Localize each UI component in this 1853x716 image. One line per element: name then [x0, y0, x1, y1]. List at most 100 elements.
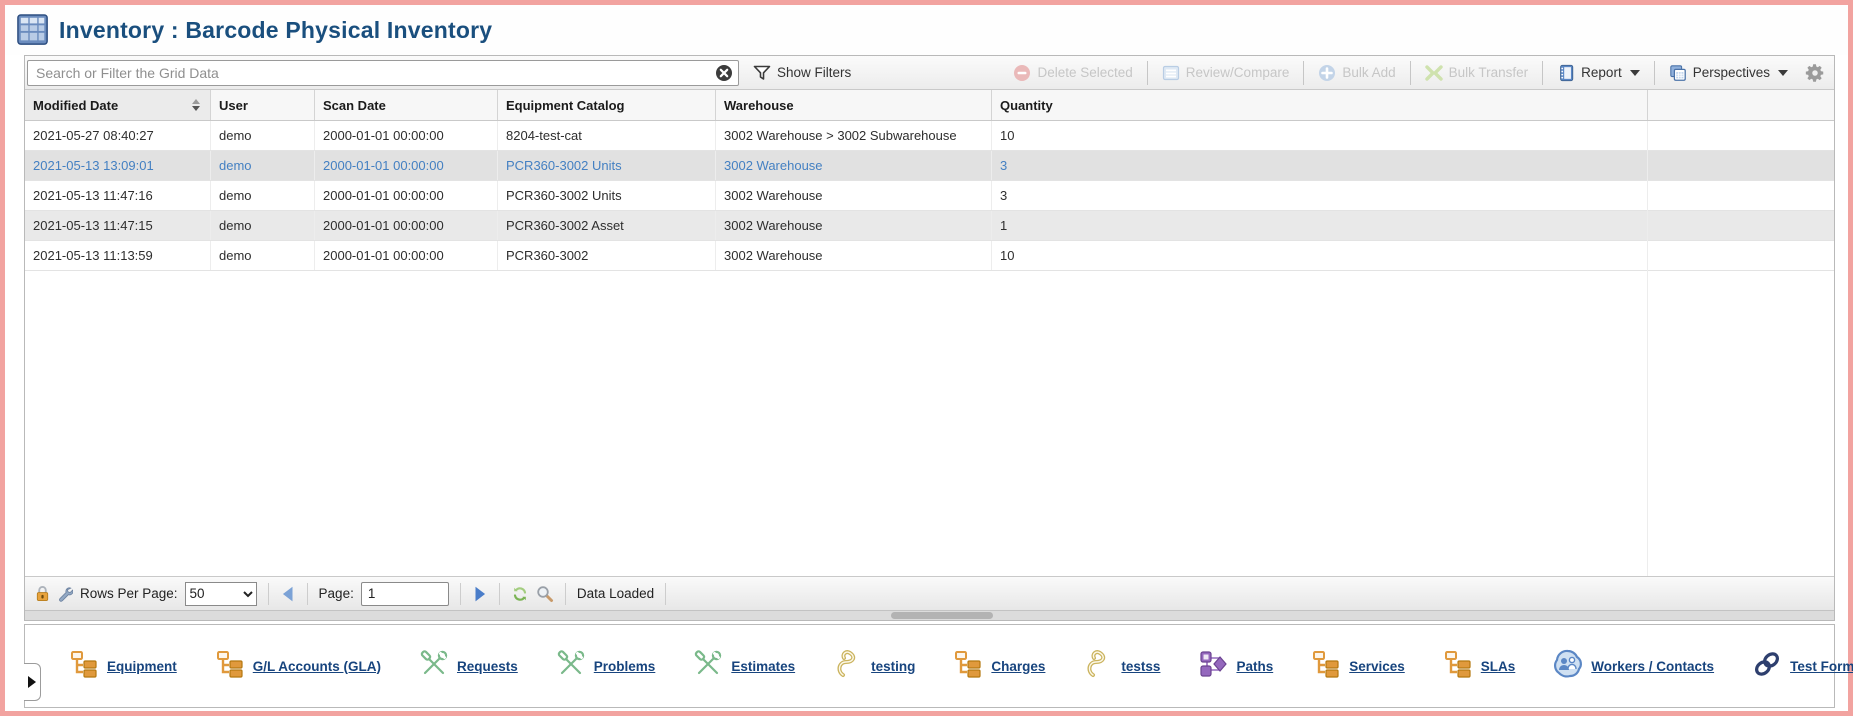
- column-header-empty: [1648, 90, 1834, 120]
- perspectives-layers-icon: [1669, 64, 1687, 82]
- previous-page-icon[interactable]: [280, 585, 296, 603]
- search-field-wrap: [27, 60, 739, 86]
- table-row[interactable]: 2021-05-27 08:40:27 demo 2000-01-01 00:0…: [25, 121, 1834, 151]
- column-header-user[interactable]: User: [211, 90, 315, 120]
- toolbar-separator: [1542, 61, 1543, 85]
- column-header-label: Warehouse: [724, 98, 794, 113]
- dock-tab-label[interactable]: Services: [1349, 659, 1405, 674]
- services-tree-icon: [1311, 649, 1341, 684]
- review-compare-label: Review/Compare: [1186, 65, 1290, 80]
- bulk-add-button[interactable]: Bulk Add: [1312, 61, 1401, 85]
- settings-gear-icon[interactable]: [1804, 62, 1826, 84]
- equipment-tree-icon: [69, 649, 99, 684]
- column-header-label: Modified Date: [33, 98, 118, 113]
- cell-quantity: 3: [992, 151, 1648, 180]
- perspectives-button[interactable]: Perspectives: [1663, 61, 1794, 85]
- toolbar-separator: [1410, 61, 1411, 85]
- page-title: Inventory : Barcode Physical Inventory: [59, 17, 492, 44]
- cell-equipment-catalog: PCR360-3002: [498, 241, 716, 270]
- dock-tab[interactable]: testing: [833, 649, 915, 684]
- cell-modified-date: 2021-05-13 11:47:16: [25, 181, 211, 210]
- show-filters-button[interactable]: Show Filters: [747, 61, 857, 85]
- dock-tab-label[interactable]: Equipment: [107, 659, 177, 674]
- cell-empty: [1648, 121, 1834, 150]
- cell-quantity: 10: [992, 241, 1648, 270]
- cell-modified-date: 2021-05-27 08:40:27: [25, 121, 211, 150]
- column-header-equipment-catalog[interactable]: Equipment Catalog: [498, 90, 716, 120]
- dock-tab[interactable]: Paths: [1198, 649, 1273, 684]
- column-header-quantity[interactable]: Quantity: [992, 90, 1648, 120]
- wrench-icon[interactable]: [57, 586, 73, 602]
- bulk-add-label: Bulk Add: [1342, 65, 1395, 80]
- report-button[interactable]: Report: [1551, 61, 1646, 85]
- cell-warehouse: 3002 Warehouse: [716, 181, 992, 210]
- dock-tab-label[interactable]: SLAs: [1481, 659, 1516, 674]
- dock-tab[interactable]: Test Form: [1752, 649, 1853, 684]
- column-header-warehouse[interactable]: Warehouse: [716, 90, 992, 120]
- column-header-scan-date[interactable]: Scan Date: [315, 90, 498, 120]
- dock-tab[interactable]: Requests: [419, 649, 518, 684]
- dock-tab[interactable]: Estimates: [693, 649, 795, 684]
- bulk-transfer-label: Bulk Transfer: [1449, 65, 1529, 80]
- dock-tab-label[interactable]: Workers / Contacts: [1591, 659, 1714, 674]
- page-number-input[interactable]: [361, 582, 449, 606]
- pager-separator: [499, 583, 500, 605]
- refresh-icon[interactable]: [511, 585, 529, 603]
- dock-tab[interactable]: Problems: [556, 649, 656, 684]
- toolbar-separator: [1303, 61, 1304, 85]
- cell-warehouse: 3002 Warehouse > 3002 Subwarehouse: [716, 121, 992, 150]
- dock-tab-label[interactable]: G/L Accounts (GLA): [253, 659, 381, 674]
- search-input[interactable]: [27, 60, 739, 86]
- dock-tab[interactable]: Workers / Contacts: [1553, 649, 1714, 684]
- cell-quantity: 1: [992, 211, 1648, 240]
- bulk-transfer-button[interactable]: Bulk Transfer: [1419, 61, 1535, 85]
- delete-selected-button[interactable]: Delete Selected: [1007, 61, 1138, 85]
- clear-search-icon[interactable]: [715, 64, 733, 82]
- charges-tree-icon: [953, 649, 983, 684]
- dock-tab[interactable]: SLAs: [1443, 649, 1516, 684]
- cell-warehouse: 3002 Warehouse: [716, 151, 992, 180]
- dock-tab[interactable]: Services: [1311, 649, 1405, 684]
- cell-equipment-catalog: PCR360-3002 Units: [498, 181, 716, 210]
- dock-tab-label[interactable]: Estimates: [731, 659, 795, 674]
- scrollbar-thumb[interactable]: [891, 612, 993, 619]
- dock-tab-label[interactable]: Problems: [594, 659, 656, 674]
- pager-bar: Rows Per Page: 50 Page: Data Loaded: [25, 576, 1834, 610]
- grid-status-text: Data Loaded: [577, 586, 654, 601]
- bulk-add-plus-icon: [1318, 64, 1336, 82]
- cell-empty: [1648, 181, 1834, 210]
- review-compare-icon: [1162, 64, 1180, 82]
- lock-icon[interactable]: [35, 585, 50, 602]
- dock-tab[interactable]: Equipment: [69, 649, 177, 684]
- dock-tab-label[interactable]: testing: [871, 659, 915, 674]
- column-header-modified-date[interactable]: Modified Date: [25, 90, 211, 120]
- perspectives-label: Perspectives: [1693, 65, 1770, 80]
- dock-tab[interactable]: testss: [1083, 649, 1160, 684]
- dock-items: Equipment G/L Accounts (GLA) Requests Pr…: [69, 649, 1853, 684]
- filter-funnel-icon: [753, 64, 771, 82]
- app-window: { "window": { "title": "Inventory : Barc…: [0, 0, 1853, 716]
- dock-tab-label[interactable]: Requests: [457, 659, 518, 674]
- chain-link-icon: [1752, 649, 1782, 684]
- dock-tab-label[interactable]: Charges: [991, 659, 1045, 674]
- horizontal-scrollbar[interactable]: [25, 610, 1834, 620]
- rows-per-page-select[interactable]: 50: [185, 582, 257, 606]
- table-row[interactable]: 2021-05-13 11:13:59 demo 2000-01-01 00:0…: [25, 241, 1834, 271]
- table-row[interactable]: 2021-05-13 11:47:16 demo 2000-01-01 00:0…: [25, 181, 1834, 211]
- dock-expander-button[interactable]: [24, 663, 41, 701]
- grid-table-icon: [17, 14, 49, 46]
- cell-user: demo: [211, 241, 315, 270]
- paperclip-icon: [1083, 649, 1113, 684]
- table-row[interactable]: 2021-05-13 13:09:01 demo 2000-01-01 00:0…: [25, 151, 1834, 181]
- cell-empty: [1648, 241, 1834, 270]
- dock-tab[interactable]: Charges: [953, 649, 1045, 684]
- dock-tab[interactable]: G/L Accounts (GLA): [215, 649, 381, 684]
- dock-tab-label[interactable]: testss: [1121, 659, 1160, 674]
- table-row[interactable]: 2021-05-13 11:47:15 demo 2000-01-01 00:0…: [25, 211, 1834, 241]
- pager-separator: [665, 583, 666, 605]
- search-zoom-icon[interactable]: [536, 585, 554, 603]
- dock-tab-label[interactable]: Paths: [1236, 659, 1273, 674]
- dock-tab-label[interactable]: Test Form: [1790, 659, 1853, 674]
- review-compare-button[interactable]: Review/Compare: [1156, 61, 1296, 85]
- next-page-icon[interactable]: [472, 585, 488, 603]
